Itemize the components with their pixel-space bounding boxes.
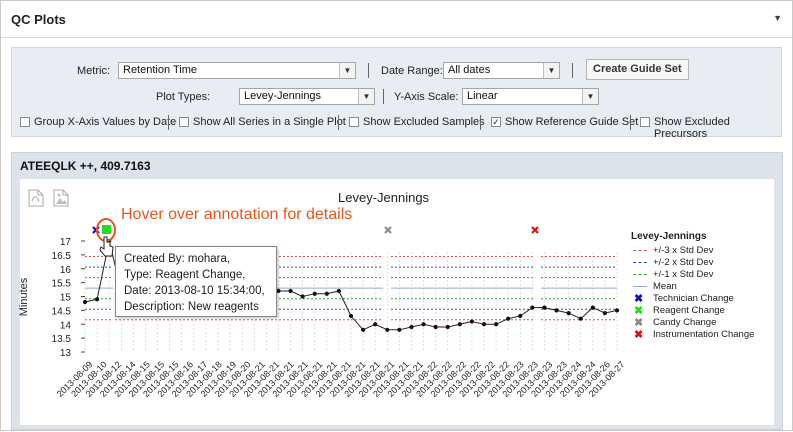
y-axis-scale-value: Linear: [467, 90, 498, 102]
legend-label: +/-3 x Std Dev: [653, 245, 714, 256]
metric-select[interactable]: Retention Time ▼: [118, 62, 356, 79]
show-excluded-samples-checkbox[interactable]: [349, 117, 359, 127]
legend-item-sd3: +/-3 x Std Dev: [631, 245, 754, 257]
plot-types-label: Plot Types:: [156, 91, 211, 103]
date-range-value: All dates: [448, 64, 491, 76]
legend-item-candy: ✖ Candy Change: [631, 317, 754, 329]
group-x-axis-checkbox[interactable]: [20, 117, 30, 127]
chart-title: Levey-Jennings: [338, 190, 430, 205]
legend-label: Technician Change: [653, 293, 734, 304]
precursor-title: ATEEQLK ++, 409.7163: [20, 159, 151, 173]
tooltip-created-by: Created By: mohara,: [124, 253, 231, 265]
create-guide-set-button[interactable]: Create Guide Set: [586, 59, 689, 80]
separator: [383, 89, 384, 104]
instrumentation-change-icon: ✖: [634, 329, 644, 341]
separator: [338, 115, 339, 130]
plot-types-select[interactable]: Levey-Jennings ▼: [239, 88, 375, 105]
metric-value: Retention Time: [123, 64, 197, 76]
show-reference-guide-set-checkbox[interactable]: ✓: [491, 117, 501, 127]
sd2-swatch: [633, 262, 647, 263]
plot-types-value: Levey-Jennings: [244, 90, 322, 102]
date-range-label: Date Range:: [381, 65, 443, 77]
y-axis-scale-label: Y-Axis Scale:: [394, 91, 459, 103]
mean-swatch: [633, 286, 647, 287]
legend-item-reagent: ✖ Reagent Change: [631, 305, 754, 317]
sd1-swatch: [633, 274, 647, 275]
group-x-axis-label: Group X-Axis Values by Date: [34, 116, 177, 128]
legend-item-sd1: +/-1 x Std Dev: [631, 269, 754, 281]
tooltip-description: Description: New reagents: [124, 301, 259, 313]
separator: [368, 63, 369, 78]
pdf-export-icon[interactable]: [28, 189, 44, 207]
show-all-series-label: Show All Series in a Single Plot: [193, 116, 346, 128]
webpart-header: QC Plots ▼: [1, 1, 792, 38]
show-all-series-checkbox[interactable]: [179, 117, 189, 127]
triangle-down-icon[interactable]: ▼: [773, 13, 782, 23]
annotation-tooltip: Created By: mohara, Type: Reagent Change…: [115, 246, 277, 317]
dropdown-arrow-icon: ▼: [339, 63, 355, 78]
y-axis-scale-select[interactable]: Linear ▼: [462, 88, 599, 105]
dropdown-arrow-icon: ▼: [582, 89, 598, 104]
separator: [572, 63, 573, 78]
legend-label: Reagent Change: [653, 305, 725, 316]
separator: [630, 115, 631, 130]
legend-label: Mean: [653, 281, 677, 292]
show-reference-guide-set-label: Show Reference Guide Set: [505, 116, 639, 128]
sd3-swatch: [633, 250, 647, 251]
tooltip-type: Type: Reagent Change,: [124, 269, 246, 281]
separator: [168, 115, 169, 130]
legend-title: Levey-Jennings: [631, 231, 707, 242]
annotation-hint: Hover over annotation for details: [121, 206, 353, 223]
chart-legend: Levey-Jennings +/-3 x Std Dev +/-2 x Std…: [631, 231, 754, 341]
dropdown-arrow-icon: ▼: [358, 89, 374, 104]
legend-item-technician: ✖ Technician Change: [631, 293, 754, 305]
legend-label: Instrumentation Change: [653, 329, 755, 340]
separator: [480, 115, 481, 130]
date-range-select[interactable]: All dates ▼: [443, 62, 560, 79]
legend-label: Candy Change: [653, 317, 717, 328]
show-excluded-samples-label: Show Excluded Samples: [363, 116, 485, 128]
legend-label: +/-2 x Std Dev: [653, 257, 714, 268]
image-export-icon[interactable]: [53, 189, 69, 207]
legend-item-sd2: +/-2 x Std Dev: [631, 257, 754, 269]
legend-item-mean: Mean: [631, 281, 754, 293]
show-excluded-precursors-checkbox[interactable]: [640, 117, 650, 127]
webpart-title: QC Plots: [11, 12, 66, 27]
legend-item-instrumentation: ✖ Instrumentation Change: [631, 329, 754, 341]
dropdown-arrow-icon: ▼: [543, 63, 559, 78]
tooltip-date: Date: 2013-08-10 15:34:00,: [124, 285, 265, 297]
legend-label: +/-1 x Std Dev: [653, 269, 714, 280]
controls-panel: Metric: Retention Time ▼ Date Range: All…: [11, 47, 782, 140]
qc-plots-webpart: QC Plots ▼ Metric: Retention Time ▼ Date…: [0, 0, 793, 431]
show-excluded-precursors-label: Show Excluded Precursors: [654, 116, 730, 140]
metric-label: Metric:: [77, 65, 110, 77]
